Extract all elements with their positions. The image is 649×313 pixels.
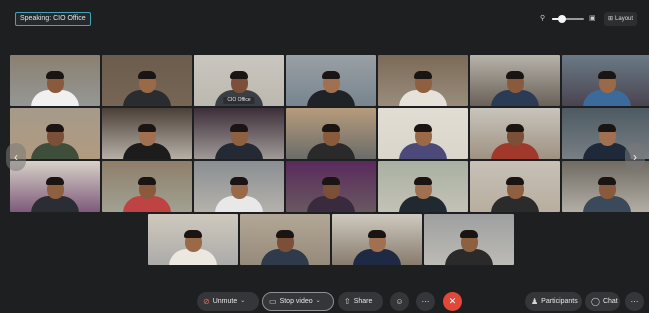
reactions-button[interactable]: ☺: [390, 292, 409, 311]
participant-video-tile[interactable]: [286, 161, 376, 212]
layout-label: Layout: [615, 16, 634, 22]
next-page-arrow-icon[interactable]: ›: [625, 143, 645, 171]
participants-button[interactable]: ♟ Participants: [525, 292, 582, 311]
unmute-label: Unmute: [212, 298, 238, 305]
participant-video-tile[interactable]: [10, 55, 100, 106]
participant-video-tile[interactable]: [332, 214, 422, 265]
participant-hair: [506, 124, 524, 132]
participant-video-tile[interactable]: [148, 214, 238, 265]
participant-hair: [230, 124, 248, 132]
chat-label: Chat: [602, 298, 618, 305]
ellipsis-icon: ⋯: [630, 297, 639, 306]
participant-row: [10, 108, 649, 159]
participant-hair: [46, 71, 64, 79]
unmute-button[interactable]: ⊘ Unmute ⌄: [197, 292, 259, 311]
share-label: Share: [353, 298, 373, 305]
active-speaker-tile[interactable]: CIO Office: [194, 55, 284, 106]
participant-video-tile[interactable]: [424, 214, 514, 265]
participant-row: CIO Office: [10, 55, 649, 106]
participant-hair: [506, 177, 524, 185]
zoom-out-icon[interactable]: ⚲: [540, 13, 545, 25]
participant-hair: [368, 230, 386, 238]
participant-hair: [506, 71, 524, 79]
participant-hair: [276, 230, 294, 238]
chevron-down-icon[interactable]: ⌄: [240, 292, 245, 311]
ellipsis-icon: ⋯: [421, 297, 430, 306]
participant-hair: [322, 177, 340, 185]
participant-hair: [598, 71, 616, 79]
participant-video-tile[interactable]: [286, 55, 376, 106]
participant-hair: [322, 71, 340, 79]
participant-video-tile[interactable]: [470, 108, 560, 159]
participant-hair: [414, 177, 432, 185]
share-button[interactable]: ⇧ Share: [338, 292, 383, 311]
participant-hair: [460, 230, 478, 238]
meeting-controls-bar: ⊘ Unmute ⌄ ▭ Stop video ⌄ ⇧ Share ☺ ⋯ ✕ …: [0, 289, 649, 313]
participant-row: [148, 214, 514, 265]
layout-grid-icon: ⊞: [608, 16, 614, 22]
participant-video-tile[interactable]: [286, 108, 376, 159]
participant-hair: [138, 177, 156, 185]
zoom-in-icon[interactable]: ▣: [589, 13, 596, 25]
zoom-slider[interactable]: ⚲ ▣: [540, 13, 598, 25]
participant-hair: [46, 177, 64, 185]
close-icon: ✕: [448, 296, 457, 306]
participant-hair: [230, 177, 248, 185]
layout-button[interactable]: ⊞ Layout: [604, 12, 638, 26]
muted-mic-icon: ⊘: [203, 297, 210, 306]
smiley-icon: ☺: [395, 297, 404, 306]
participant-hair: [230, 71, 248, 79]
end-call-button[interactable]: ✕: [443, 292, 462, 311]
zoom-track[interactable]: [552, 15, 584, 23]
participant-hair: [46, 124, 64, 132]
share-screen-icon: ⇧: [344, 297, 351, 306]
participant-video-tile[interactable]: [240, 214, 330, 265]
participant-video-tile[interactable]: [194, 108, 284, 159]
chevron-down-icon[interactable]: ⌄: [316, 292, 321, 311]
participant-video-tile[interactable]: [378, 108, 468, 159]
more-options-button[interactable]: ⋯: [416, 292, 435, 311]
participant-hair: [598, 124, 616, 132]
participant-video-tile[interactable]: [470, 55, 560, 106]
participant-video-tile[interactable]: [102, 55, 192, 106]
participant-hair: [138, 71, 156, 79]
speaking-indicator: Speaking: CIO Office: [15, 12, 91, 26]
participant-video-tile[interactable]: [10, 161, 100, 212]
participant-video-tile[interactable]: [194, 161, 284, 212]
zoom-knob[interactable]: [557, 15, 566, 23]
participant-video-tile[interactable]: [378, 55, 468, 106]
participant-hair: [322, 124, 340, 132]
participant-video-tile[interactable]: [378, 161, 468, 212]
participant-video-tile[interactable]: [102, 161, 192, 212]
participant-hair: [414, 124, 432, 132]
participant-name-label: CIO Office: [223, 97, 255, 104]
previous-page-arrow-icon[interactable]: ‹: [6, 143, 26, 171]
people-icon: ♟: [531, 297, 539, 306]
stop-video-label: Stop video: [279, 298, 313, 305]
participant-video-tile[interactable]: [562, 55, 649, 106]
chat-button[interactable]: ◯ Chat: [585, 292, 620, 311]
video-camera-icon: ▭: [269, 297, 277, 306]
participant-hair: [414, 71, 432, 79]
participant-hair: [138, 124, 156, 132]
participant-hair: [184, 230, 202, 238]
participant-video-tile[interactable]: [102, 108, 192, 159]
participant-hair: [598, 177, 616, 185]
overflow-menu-button[interactable]: ⋯: [625, 292, 644, 311]
participants-label: Participants: [541, 298, 578, 305]
participant-video-tile[interactable]: [470, 161, 560, 212]
participant-row: [10, 161, 649, 212]
stop-video-button[interactable]: ▭ Stop video ⌄: [262, 292, 334, 311]
chat-bubble-icon: ◯: [591, 297, 600, 306]
